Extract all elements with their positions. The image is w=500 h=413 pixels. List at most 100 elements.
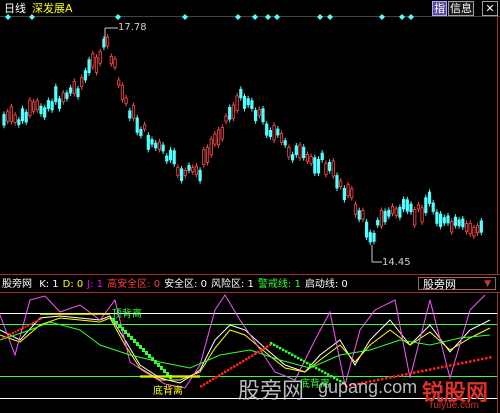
green-dot bbox=[142, 348, 145, 352]
green-dot bbox=[145, 351, 148, 355]
red-dot bbox=[425, 369, 428, 372]
red-dot bbox=[248, 356, 251, 359]
red-dot bbox=[257, 350, 260, 354]
indicator-chart bbox=[0, 292, 500, 413]
red-dot bbox=[7, 334, 9, 337]
red-dot bbox=[266, 345, 269, 348]
red-dot bbox=[218, 374, 221, 377]
green-dot bbox=[327, 373, 330, 376]
green-dot bbox=[121, 327, 124, 331]
red-dot bbox=[233, 365, 236, 368]
green-dot bbox=[309, 363, 312, 366]
red-dot bbox=[421, 369, 424, 373]
red-dot bbox=[461, 361, 464, 365]
red-dot bbox=[206, 381, 209, 384]
red-dot bbox=[37, 319, 39, 322]
green-dot bbox=[127, 333, 130, 337]
red-dot bbox=[445, 365, 448, 368]
red-dot bbox=[485, 357, 488, 360]
green-dot bbox=[276, 345, 279, 348]
red-dot bbox=[260, 349, 263, 352]
green-dot bbox=[315, 366, 318, 370]
green-dot bbox=[303, 360, 306, 363]
red-dot bbox=[254, 352, 257, 356]
green-dot bbox=[321, 370, 324, 373]
red-dot bbox=[12, 332, 14, 334]
red-dot bbox=[2, 337, 4, 339]
green-dot bbox=[270, 342, 273, 345]
green-dot bbox=[285, 350, 288, 353]
green-dot bbox=[291, 353, 294, 357]
green-dot bbox=[294, 355, 297, 358]
red-dot bbox=[230, 367, 233, 370]
green-dot bbox=[279, 346, 282, 350]
red-dot bbox=[465, 361, 468, 364]
green-dot bbox=[157, 363, 160, 367]
green-dot bbox=[151, 357, 154, 361]
red-dot bbox=[453, 363, 456, 366]
red-dot bbox=[251, 354, 254, 357]
green-dot bbox=[282, 348, 285, 352]
red-dot bbox=[489, 356, 492, 359]
bottom-divergence-label: 底背离 bbox=[153, 386, 183, 397]
red-dot bbox=[39, 318, 42, 321]
green-dot bbox=[154, 360, 157, 364]
green-dot bbox=[160, 366, 163, 370]
red-dot bbox=[245, 358, 248, 361]
red-dot bbox=[227, 368, 230, 372]
red-dot bbox=[457, 362, 460, 366]
watermark-main: 股旁网 bbox=[238, 378, 305, 403]
red-dot bbox=[236, 363, 239, 366]
red-dot bbox=[34, 320, 37, 323]
red-dot bbox=[29, 323, 32, 326]
red-dot bbox=[449, 364, 452, 367]
red-dot bbox=[242, 359, 245, 363]
top-divergence-label: 顶背离 bbox=[112, 309, 142, 320]
red-dot bbox=[409, 372, 412, 375]
red-dot bbox=[32, 322, 34, 324]
red-dot bbox=[22, 327, 24, 329]
green-dot bbox=[324, 371, 327, 375]
red-dot bbox=[413, 371, 416, 374]
watermark-site: gupang.com bbox=[318, 377, 418, 397]
stock-chart-window: 日线 深发展A 指 信息 ✕ 17.78 14.45 股旁网 K: 1 D: 0J… bbox=[0, 0, 500, 413]
red-dot bbox=[401, 373, 404, 377]
green-dot bbox=[133, 339, 136, 343]
watermark-brand-url: ruiyue.com bbox=[430, 400, 479, 411]
green-dot bbox=[312, 365, 315, 368]
red-dot bbox=[437, 366, 440, 370]
red-dot bbox=[441, 365, 444, 369]
green-dot bbox=[288, 351, 291, 355]
red-dot bbox=[417, 370, 420, 374]
start-line bbox=[0, 321, 491, 369]
red-dot bbox=[477, 358, 480, 362]
red-dot bbox=[481, 357, 484, 361]
red-dot bbox=[4, 335, 7, 338]
red-dot bbox=[19, 328, 22, 331]
red-dot bbox=[24, 325, 27, 328]
green-dot bbox=[136, 342, 139, 346]
red-dot bbox=[14, 330, 17, 333]
green-dot bbox=[163, 369, 166, 373]
green-dot bbox=[139, 345, 142, 349]
red-dot bbox=[469, 360, 472, 363]
green-dot bbox=[115, 321, 118, 325]
red-dot bbox=[212, 377, 215, 381]
red-dot bbox=[429, 368, 432, 371]
red-dot bbox=[27, 324, 29, 327]
red-dot bbox=[203, 383, 206, 386]
green-dot bbox=[273, 343, 276, 347]
red-dot bbox=[9, 333, 12, 336]
green-dot bbox=[318, 368, 321, 371]
green-dot bbox=[130, 336, 133, 340]
green-dot bbox=[297, 356, 300, 360]
green-dot bbox=[148, 354, 151, 358]
red-dot bbox=[405, 373, 408, 376]
green-dot bbox=[118, 324, 121, 328]
red-dot bbox=[224, 370, 227, 374]
red-dot bbox=[215, 376, 218, 379]
red-dot bbox=[200, 385, 203, 388]
red-dot bbox=[433, 367, 436, 370]
red-dot bbox=[473, 359, 476, 362]
red-dot bbox=[221, 372, 224, 375]
